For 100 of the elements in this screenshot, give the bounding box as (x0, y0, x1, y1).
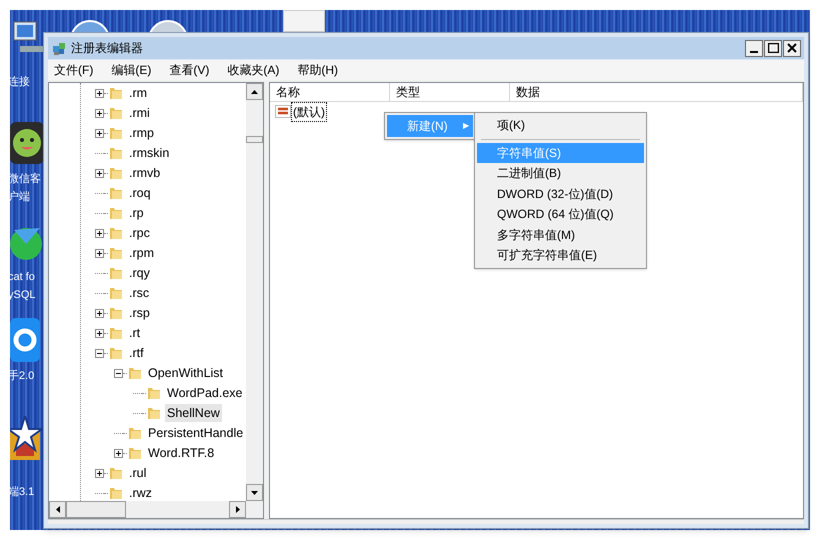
minimize-icon (750, 50, 758, 52)
maximize-button[interactable] (764, 40, 782, 56)
menu-item[interactable]: 多字符串值(M) (477, 224, 644, 245)
folder-icon (108, 245, 124, 261)
tree-item[interactable]: .rmvb (127, 164, 162, 182)
menu-item[interactable]: 项(K) (477, 115, 644, 136)
menu-item[interactable]: 查看(V) (167, 61, 212, 79)
tree-item[interactable]: .rqy (127, 264, 152, 282)
folder-icon (108, 165, 124, 181)
tree-item[interactable]: .rtf (127, 344, 146, 362)
maximize-icon (768, 43, 778, 53)
menu-item[interactable]: 帮助(H) (295, 61, 340, 79)
expand-toggle[interactable] (95, 128, 104, 138)
string-value-icon (275, 105, 291, 119)
folder-icon (108, 465, 124, 481)
tree-item[interactable]: ShellNew (165, 404, 222, 422)
tree-item[interactable]: .rp (127, 204, 146, 222)
tree-item[interactable]: .rul (127, 464, 148, 482)
folder-icon (108, 265, 124, 281)
folder-icon (108, 85, 124, 101)
folder-icon (108, 145, 124, 161)
tree-item[interactable]: .rpc (127, 224, 152, 242)
scroll-right-button[interactable] (229, 501, 246, 518)
expand-toggle[interactable] (95, 308, 104, 318)
folder-icon (108, 305, 124, 321)
up-arrow-icon (251, 90, 258, 94)
left-arrow-icon (56, 506, 60, 513)
folder-icon (127, 365, 143, 381)
folder-icon (108, 185, 124, 201)
minimize-button[interactable] (745, 40, 763, 56)
plus-icon (97, 470, 102, 476)
expand-toggle[interactable] (95, 468, 104, 478)
star-icon[interactable] (10, 416, 43, 462)
plus-icon (97, 310, 102, 316)
plus-icon (97, 230, 102, 236)
down-arrow-icon (251, 490, 258, 494)
horizontal-scrollbar[interactable] (49, 501, 246, 518)
expand-toggle[interactable] (95, 328, 104, 338)
folder-icon (108, 105, 124, 121)
plus-icon (97, 250, 102, 256)
expand-toggle[interactable] (95, 108, 104, 118)
scroll-left-button[interactable] (49, 501, 66, 518)
tree-item[interactable]: .roq (127, 184, 153, 202)
tree-item[interactable]: .rmi (127, 104, 152, 122)
tree-item[interactable]: PersistentHandle (146, 424, 246, 442)
tree-item[interactable]: .rsc (127, 284, 152, 302)
folder-icon (108, 285, 124, 301)
folder-icon (127, 425, 143, 441)
collapse-toggle[interactable] (114, 368, 123, 378)
tree-item[interactable]: OpenWithList (146, 364, 226, 382)
menu-item[interactable]: 编辑(E) (109, 61, 154, 79)
minus-icon (97, 352, 102, 354)
folder-icon (146, 405, 162, 421)
menu-item[interactable]: QWORD (64 位)值(Q) (477, 204, 644, 224)
plus-icon (97, 90, 102, 96)
plus-icon (97, 330, 102, 336)
folder-icon (146, 385, 162, 401)
folder-icon (108, 325, 124, 341)
scroll-up-button[interactable] (246, 83, 263, 100)
folder-icon (108, 345, 124, 361)
close-icon (787, 43, 797, 53)
ring-icon[interactable] (10, 318, 43, 364)
scroll-thumb[interactable] (66, 501, 126, 518)
registry-icon (51, 40, 67, 56)
plus-icon (97, 170, 102, 176)
menu-item[interactable]: 文件(F) (52, 61, 96, 79)
scroll-down-button[interactable] (246, 484, 263, 501)
tree-item[interactable]: .rpm (127, 244, 156, 262)
expand-toggle[interactable] (95, 88, 104, 98)
folder-icon (127, 445, 143, 461)
vertical-scrollbar[interactable] (246, 83, 263, 501)
thumbnail (283, 10, 325, 32)
tree-item[interactable]: WordPad.exe (165, 384, 245, 402)
tree-item[interactable]: .rsp (127, 304, 152, 322)
menu-item[interactable]: 可扩充字符串值(E) (477, 245, 644, 266)
tree-item[interactable]: .rwz (127, 484, 154, 501)
menu-item[interactable]: 二进制值(B) (477, 163, 644, 184)
menu-item[interactable]: DWORD (32-位)值(D) (477, 184, 644, 204)
right-arrow-icon (236, 506, 240, 513)
minus-icon (116, 372, 121, 374)
expand-toggle[interactable] (114, 448, 123, 458)
expand-toggle[interactable] (95, 168, 104, 178)
collapse-toggle[interactable] (95, 348, 104, 358)
plus-icon (97, 130, 102, 136)
plus-icon (116, 450, 121, 456)
expand-toggle[interactable] (95, 228, 104, 238)
tree-item[interactable]: .rm (127, 84, 150, 102)
table-cell[interactable]: (默认) (292, 103, 326, 121)
expand-toggle[interactable] (95, 248, 104, 258)
scroll-thumb[interactable] (246, 136, 263, 143)
folder-icon (108, 125, 124, 141)
folder-icon (108, 225, 124, 241)
tree-item[interactable]: Word.RTF.8 (146, 444, 216, 462)
tree-item[interactable]: .rmp (127, 124, 156, 142)
tree-item[interactable]: .rt (127, 324, 142, 342)
menu-item[interactable]: 收藏夹(A) (225, 61, 282, 79)
close-button[interactable] (783, 40, 801, 56)
tree-item[interactable]: .rmskin (127, 144, 172, 162)
window-title: 注册表编辑器 (71, 40, 143, 57)
folder-icon (108, 205, 124, 221)
